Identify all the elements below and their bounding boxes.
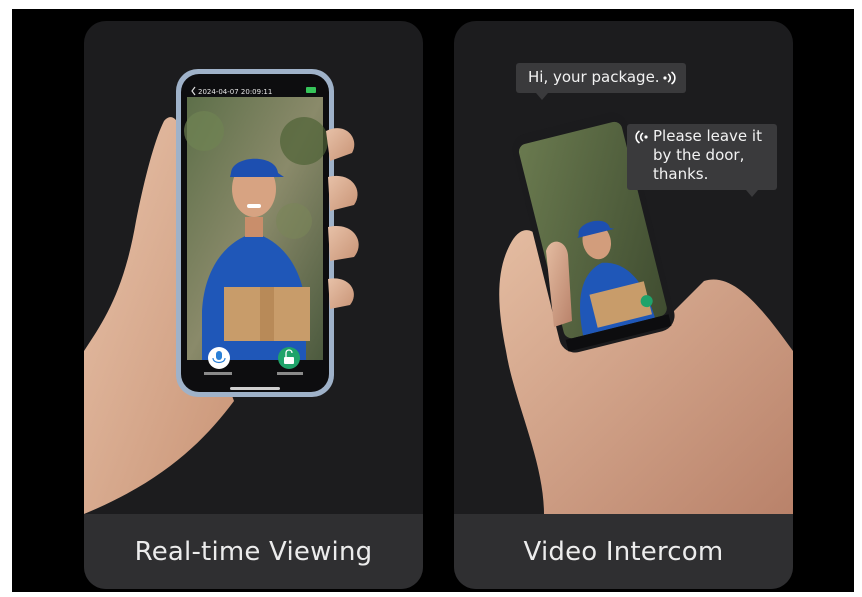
unlock-label bbox=[277, 372, 303, 375]
page-background: 2024-04-07 20:09:11 Real-time Viewing Hi… bbox=[12, 9, 854, 592]
card-caption: Video Intercom bbox=[523, 536, 724, 567]
card-caption: Real-time Viewing bbox=[134, 536, 373, 567]
caption-bar: Real-time Viewing bbox=[84, 514, 423, 589]
finger-1 bbox=[326, 128, 355, 161]
feature-card-video-intercom: Hi, your package. Please leave it by the… bbox=[454, 21, 793, 589]
bubble-tail bbox=[746, 190, 758, 197]
talk-label bbox=[204, 372, 232, 375]
battery-icon bbox=[306, 87, 316, 93]
bubble-tail bbox=[536, 93, 548, 100]
bubble-text: Hi, your package. bbox=[528, 68, 660, 86]
feature-card-realtime-viewing: 2024-04-07 20:09:11 Real-time Viewing bbox=[84, 21, 423, 589]
finger-2 bbox=[328, 175, 358, 211]
incoming-wave-icon bbox=[635, 130, 648, 144]
home-indicator bbox=[230, 387, 280, 390]
video-intercom-illustration bbox=[499, 112, 793, 514]
speaker-wave-icon bbox=[663, 71, 676, 85]
realtime-viewing-illustration: 2024-04-07 20:09:11 bbox=[84, 69, 359, 514]
microphone-icon[interactable] bbox=[208, 347, 230, 369]
finger-3 bbox=[328, 225, 359, 261]
unlock-icon[interactable] bbox=[278, 347, 300, 369]
caption-bar: Video Intercom bbox=[454, 514, 793, 589]
bubble-text: Please leave it by the door, thanks. bbox=[653, 127, 762, 183]
video-feed bbox=[184, 96, 328, 360]
speech-bubble-visitor: Hi, your package. bbox=[516, 63, 686, 93]
speech-bubble-reply: Please leave it by the door, thanks. bbox=[627, 124, 777, 190]
finger-4 bbox=[328, 278, 354, 309]
phone-timestamp: 2024-04-07 20:09:11 bbox=[198, 88, 272, 96]
